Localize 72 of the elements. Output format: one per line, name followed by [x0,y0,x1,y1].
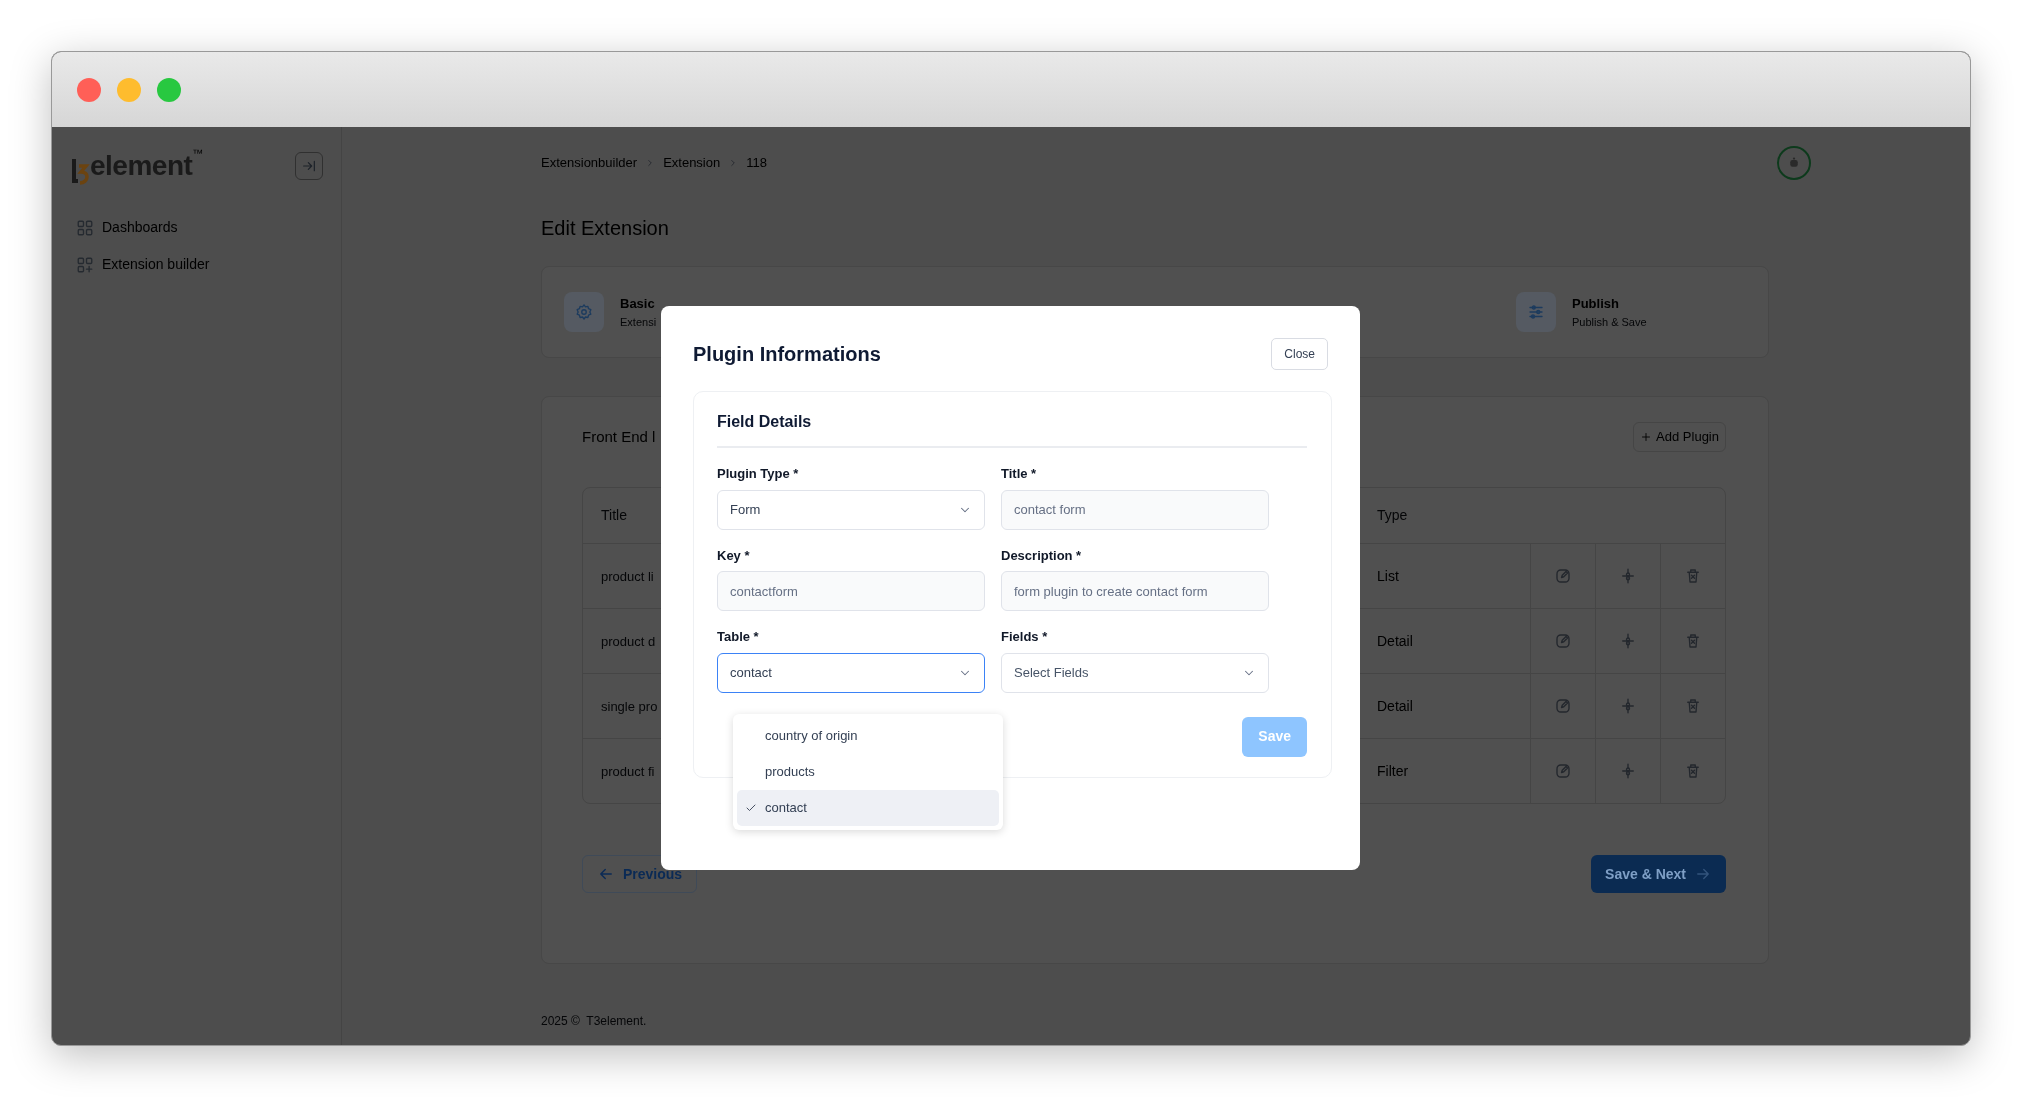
edit-button[interactable] [1554,697,1572,715]
step-title[interactable]: Basic [620,294,657,314]
trash-icon [1684,697,1702,715]
table-cell: product fi [601,763,655,779]
section-title: Front End l [582,426,656,447]
grid-plus-icon [76,255,94,274]
table-cell: single pro [601,698,658,714]
sliders-icon [1619,567,1637,585]
table-cell-text: List [1377,566,1400,586]
trash-icon [1684,632,1702,650]
save-next-button[interactable]: Save & Next [1591,855,1726,893]
edit-button[interactable] [1554,762,1572,780]
table-cell-text: Filter [1377,761,1410,781]
delete-button[interactable] [1684,762,1702,780]
table-cell: product li [601,568,654,584]
section-title: Field Details [717,410,1307,448]
select-field[interactable]: Form [717,489,985,530]
logo-icon [70,157,90,187]
edit-button[interactable] [1554,632,1572,650]
sliders-icon [1619,697,1637,715]
avatar[interactable] [1777,146,1811,180]
settings-button[interactable] [1619,762,1637,780]
dropdown-option[interactable]: products [737,754,999,790]
window-control[interactable] [157,77,181,102]
settings-button[interactable] [1619,567,1637,585]
sliders-icon [1619,762,1637,780]
plus-icon [1640,431,1653,443]
select-field[interactable]: contact [717,652,985,693]
edit-button[interactable] [1554,567,1572,585]
step-subtitle: Publish & Save [1572,314,1647,330]
settings-button[interactable] [1619,697,1637,715]
modal-title: Plugin Informations [693,342,881,366]
edit-icon [1554,567,1572,585]
footer-text: 2025 © T3element. [541,1013,648,1030]
trash-icon [1684,567,1702,585]
delete-button[interactable] [1684,697,1702,715]
sliders-icon [1527,303,1545,321]
edit-icon [1554,632,1572,650]
close-button[interactable]: Close [1271,338,1328,370]
column-header: Type [1377,506,1408,525]
field-label: Key * [717,546,751,565]
trash-icon [1684,762,1702,780]
sliders-icon [1619,632,1637,650]
field-label: Description * [1001,546,1083,565]
window-control[interactable] [77,77,101,102]
edit-icon [1554,762,1572,780]
select-field[interactable]: Select Fields [1001,652,1269,693]
column-header: Title [601,507,627,523]
add-plugin-button[interactable]: Add Plugin [1633,422,1726,452]
dropdown-option[interactable]: country of origin [737,718,999,754]
dropdown-option[interactable]: contact [737,790,999,826]
window-control[interactable] [117,77,141,102]
field-label: Title * [1001,465,1038,483]
table-cell: product d [601,633,656,649]
collapse-icon [301,158,317,174]
table-cell-text: Detail [1377,631,1414,651]
step-subtitle: Extensi [620,314,657,330]
field-label: Table * [717,628,760,646]
edit-icon [1554,697,1572,715]
step-title[interactable]: Publish [1572,294,1647,314]
gear-icon [575,303,593,321]
grid-icon [76,218,94,237]
field-label: Fields * [1001,628,1049,646]
trademark: ™ [192,146,204,159]
page-title: Edit Extension [541,216,670,240]
field-label: Plugin Type * [717,465,800,483]
delete-button[interactable] [1684,632,1702,650]
settings-button[interactable] [1619,632,1637,650]
table-cell-text: Detail [1377,696,1414,716]
check-icon [745,802,757,814]
collapse-button[interactable] [295,152,323,180]
delete-button[interactable] [1684,567,1702,585]
